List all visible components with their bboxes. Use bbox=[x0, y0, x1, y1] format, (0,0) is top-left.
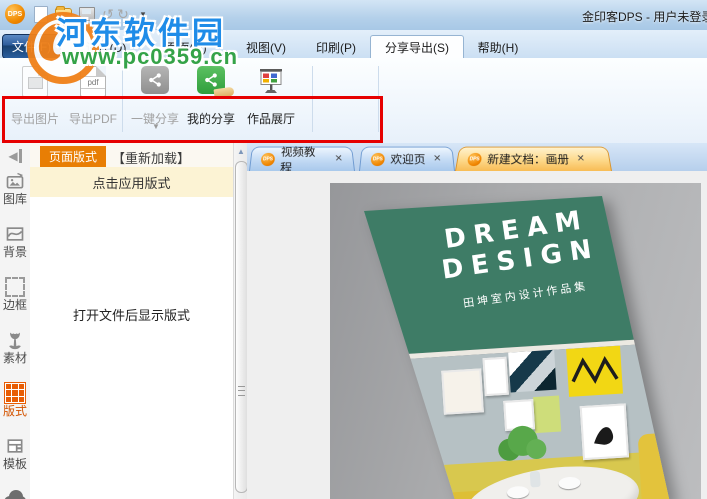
scroll-up-icon[interactable]: ▲ bbox=[234, 145, 248, 158]
window-title: 金印客DPS - 用户未登录 bbox=[582, 10, 707, 24]
title-bar: DPS ↺ ↻ ▾ 金印客DPS - 用户未登录 bbox=[0, 0, 707, 31]
doc-tab-label: 欢迎页 bbox=[390, 152, 426, 167]
sidebar-item-gallery[interactable]: 图库 bbox=[0, 170, 30, 206]
panel-tab-page-layout[interactable]: 页面版式 bbox=[40, 146, 106, 167]
apply-layout-hint[interactable]: 点击应用版式 bbox=[30, 167, 233, 197]
document-area: DPS 视频教程 ✕ DPS 欢迎页 ✕ DPS 新建文档：画册 ✕ DREAM… bbox=[247, 143, 707, 499]
layout-grid-icon bbox=[4, 382, 26, 404]
gallery-icon bbox=[4, 170, 26, 192]
book-title: DREAM DESIGN 田坤室内设计作品集 bbox=[364, 196, 670, 325]
dps-badge-icon: DPS bbox=[466, 152, 483, 166]
doc-tab-welcome[interactable]: DPS 欢迎页 ✕ bbox=[359, 146, 455, 171]
sidebar: ◀ 图库 背景 边框 素材 版式 模板 bbox=[0, 143, 31, 499]
sidebar-label: 背景 bbox=[2, 245, 27, 259]
new-document-icon[interactable] bbox=[32, 5, 50, 23]
border-frame-icon bbox=[4, 276, 26, 298]
sidebar-item-layout-active[interactable]: 版式 bbox=[0, 382, 30, 418]
doc-tab-new-document-active[interactable]: DPS 新建文档：画册 ✕ bbox=[455, 146, 612, 171]
sidebar-item-material[interactable]: 素材 bbox=[0, 329, 30, 365]
menu-tab-view[interactable]: 视图(V) bbox=[235, 36, 297, 58]
template-icon bbox=[4, 435, 26, 457]
quick-access-caret-icon[interactable]: ▾ bbox=[134, 5, 152, 23]
menu-tab-share-export-active[interactable]: 分享导出(S) bbox=[370, 35, 464, 59]
sidebar-label: 模板 bbox=[2, 457, 27, 471]
app-logo-icon: DPS bbox=[5, 4, 25, 24]
layout-panel: 页面版式 【重新加载】 点击应用版式 打开文件后显示版式 bbox=[30, 143, 233, 499]
close-icon[interactable]: ✕ bbox=[576, 154, 585, 164]
book-cover: DREAM DESIGN 田坤室内设计作品集 bbox=[364, 196, 670, 499]
close-icon[interactable]: ✕ bbox=[433, 154, 442, 164]
highlight-annotation-box bbox=[2, 96, 383, 143]
sidebar-label: 边框 bbox=[2, 298, 27, 312]
book-mockup-photo: DREAM DESIGN 田坤室内设计作品集 bbox=[330, 183, 701, 499]
app-window: DPS ↺ ↻ ▾ 金印客DPS - 用户未登录 文件(F) 设计(D) 页面(… bbox=[0, 0, 707, 499]
menu-tab-help[interactable]: 帮助(H) bbox=[467, 36, 529, 58]
dps-badge-icon: DPS bbox=[370, 152, 385, 166]
doc-tab-label: 新建文档：画册 bbox=[486, 152, 570, 167]
flower-icon bbox=[4, 329, 26, 351]
yellow-zigzag-frame bbox=[566, 345, 623, 397]
close-icon[interactable]: ✕ bbox=[334, 154, 343, 164]
panel-placeholder-text: 打开文件后显示版式 bbox=[72, 308, 190, 323]
document-tab-bar: DPS 视频教程 ✕ DPS 欢迎页 ✕ DPS 新建文档：画册 ✕ bbox=[247, 143, 707, 175]
sidebar-item-border[interactable]: 边框 bbox=[0, 276, 30, 312]
bird-frame bbox=[579, 403, 630, 461]
collapse-panel-icon[interactable]: ◀ bbox=[0, 149, 30, 163]
book-cover-interior-photo bbox=[364, 341, 670, 499]
doc-tab-video-tutorial[interactable]: DPS 视频教程 ✕ bbox=[249, 145, 355, 175]
image-file-icon bbox=[22, 66, 48, 97]
pdf-file-icon: pdf bbox=[80, 66, 106, 97]
sidebar-item-template[interactable]: 模板 bbox=[0, 435, 30, 471]
sidebar-label: 素材 bbox=[2, 351, 27, 365]
background-icon bbox=[4, 223, 26, 245]
save-icon[interactable] bbox=[78, 5, 96, 23]
redo-icon[interactable]: ↻ bbox=[114, 5, 132, 23]
menu-file-button[interactable]: 文件(F) bbox=[2, 34, 61, 59]
reload-link[interactable]: 【重新加载】 bbox=[112, 148, 190, 167]
book-cover-green-area: DREAM DESIGN 田坤室内设计作品集 bbox=[364, 196, 670, 357]
dps-badge-icon: DPS bbox=[260, 152, 276, 166]
sidebar-label: 版式 bbox=[2, 404, 27, 418]
share-icon bbox=[141, 66, 169, 94]
sidebar-label: 图库 bbox=[2, 192, 27, 206]
open-file-icon[interactable] bbox=[54, 5, 72, 23]
menu-tab-print[interactable]: 印刷(P) bbox=[305, 36, 367, 58]
menu-tab-design[interactable]: 设计(D) bbox=[75, 36, 137, 58]
cloud-icon[interactable] bbox=[4, 488, 26, 499]
sidebar-item-background[interactable]: 背景 bbox=[0, 223, 30, 259]
menu-tab-page[interactable]: 页面(G) bbox=[155, 36, 217, 58]
scrollbar-grip bbox=[238, 386, 245, 397]
document-canvas[interactable]: DREAM DESIGN 田坤室内设计作品集 bbox=[247, 171, 707, 499]
